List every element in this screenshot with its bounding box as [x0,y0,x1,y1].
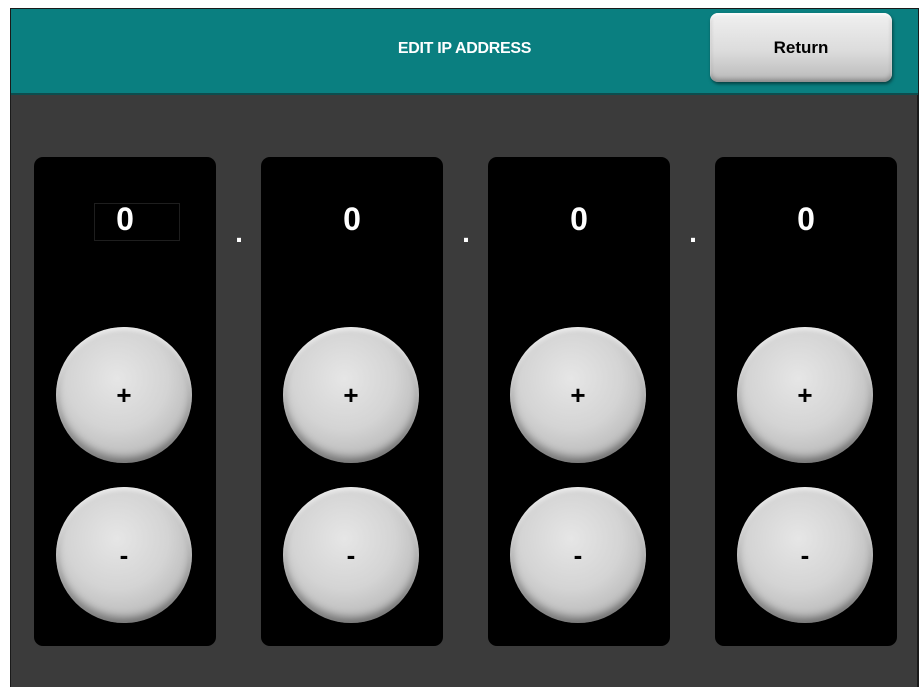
octet-panel-4: 0 + - [715,157,897,646]
octet-panel-1: 0 + - [34,157,216,646]
octet-panel-3: 0 + - [488,157,670,646]
octet-4-increment-button[interactable]: + [737,327,873,463]
octet-4-decrement-button[interactable]: - [737,487,873,623]
octet-1-value[interactable]: 0 [34,201,216,238]
separator-dot-3: . [689,217,697,248]
octet-2-value[interactable]: 0 [261,201,443,238]
separator-dot-1: . [235,217,243,248]
octet-3-value[interactable]: 0 [488,201,670,238]
separator-dot-2: . [462,217,470,248]
header-bar: EDIT IP ADDRESS Return [11,9,918,95]
octet-4-value[interactable]: 0 [715,201,897,238]
ip-edit-screen: EDIT IP ADDRESS Return 0 + - . 0 + - . 0… [10,8,919,687]
return-button[interactable]: Return [710,13,892,82]
octet-panel-2: 0 + - [261,157,443,646]
octet-2-increment-button[interactable]: + [283,327,419,463]
octet-1-decrement-button[interactable]: - [56,487,192,623]
octet-3-decrement-button[interactable]: - [510,487,646,623]
octet-3-increment-button[interactable]: + [510,327,646,463]
octet-2-decrement-button[interactable]: - [283,487,419,623]
octet-1-increment-button[interactable]: + [56,327,192,463]
